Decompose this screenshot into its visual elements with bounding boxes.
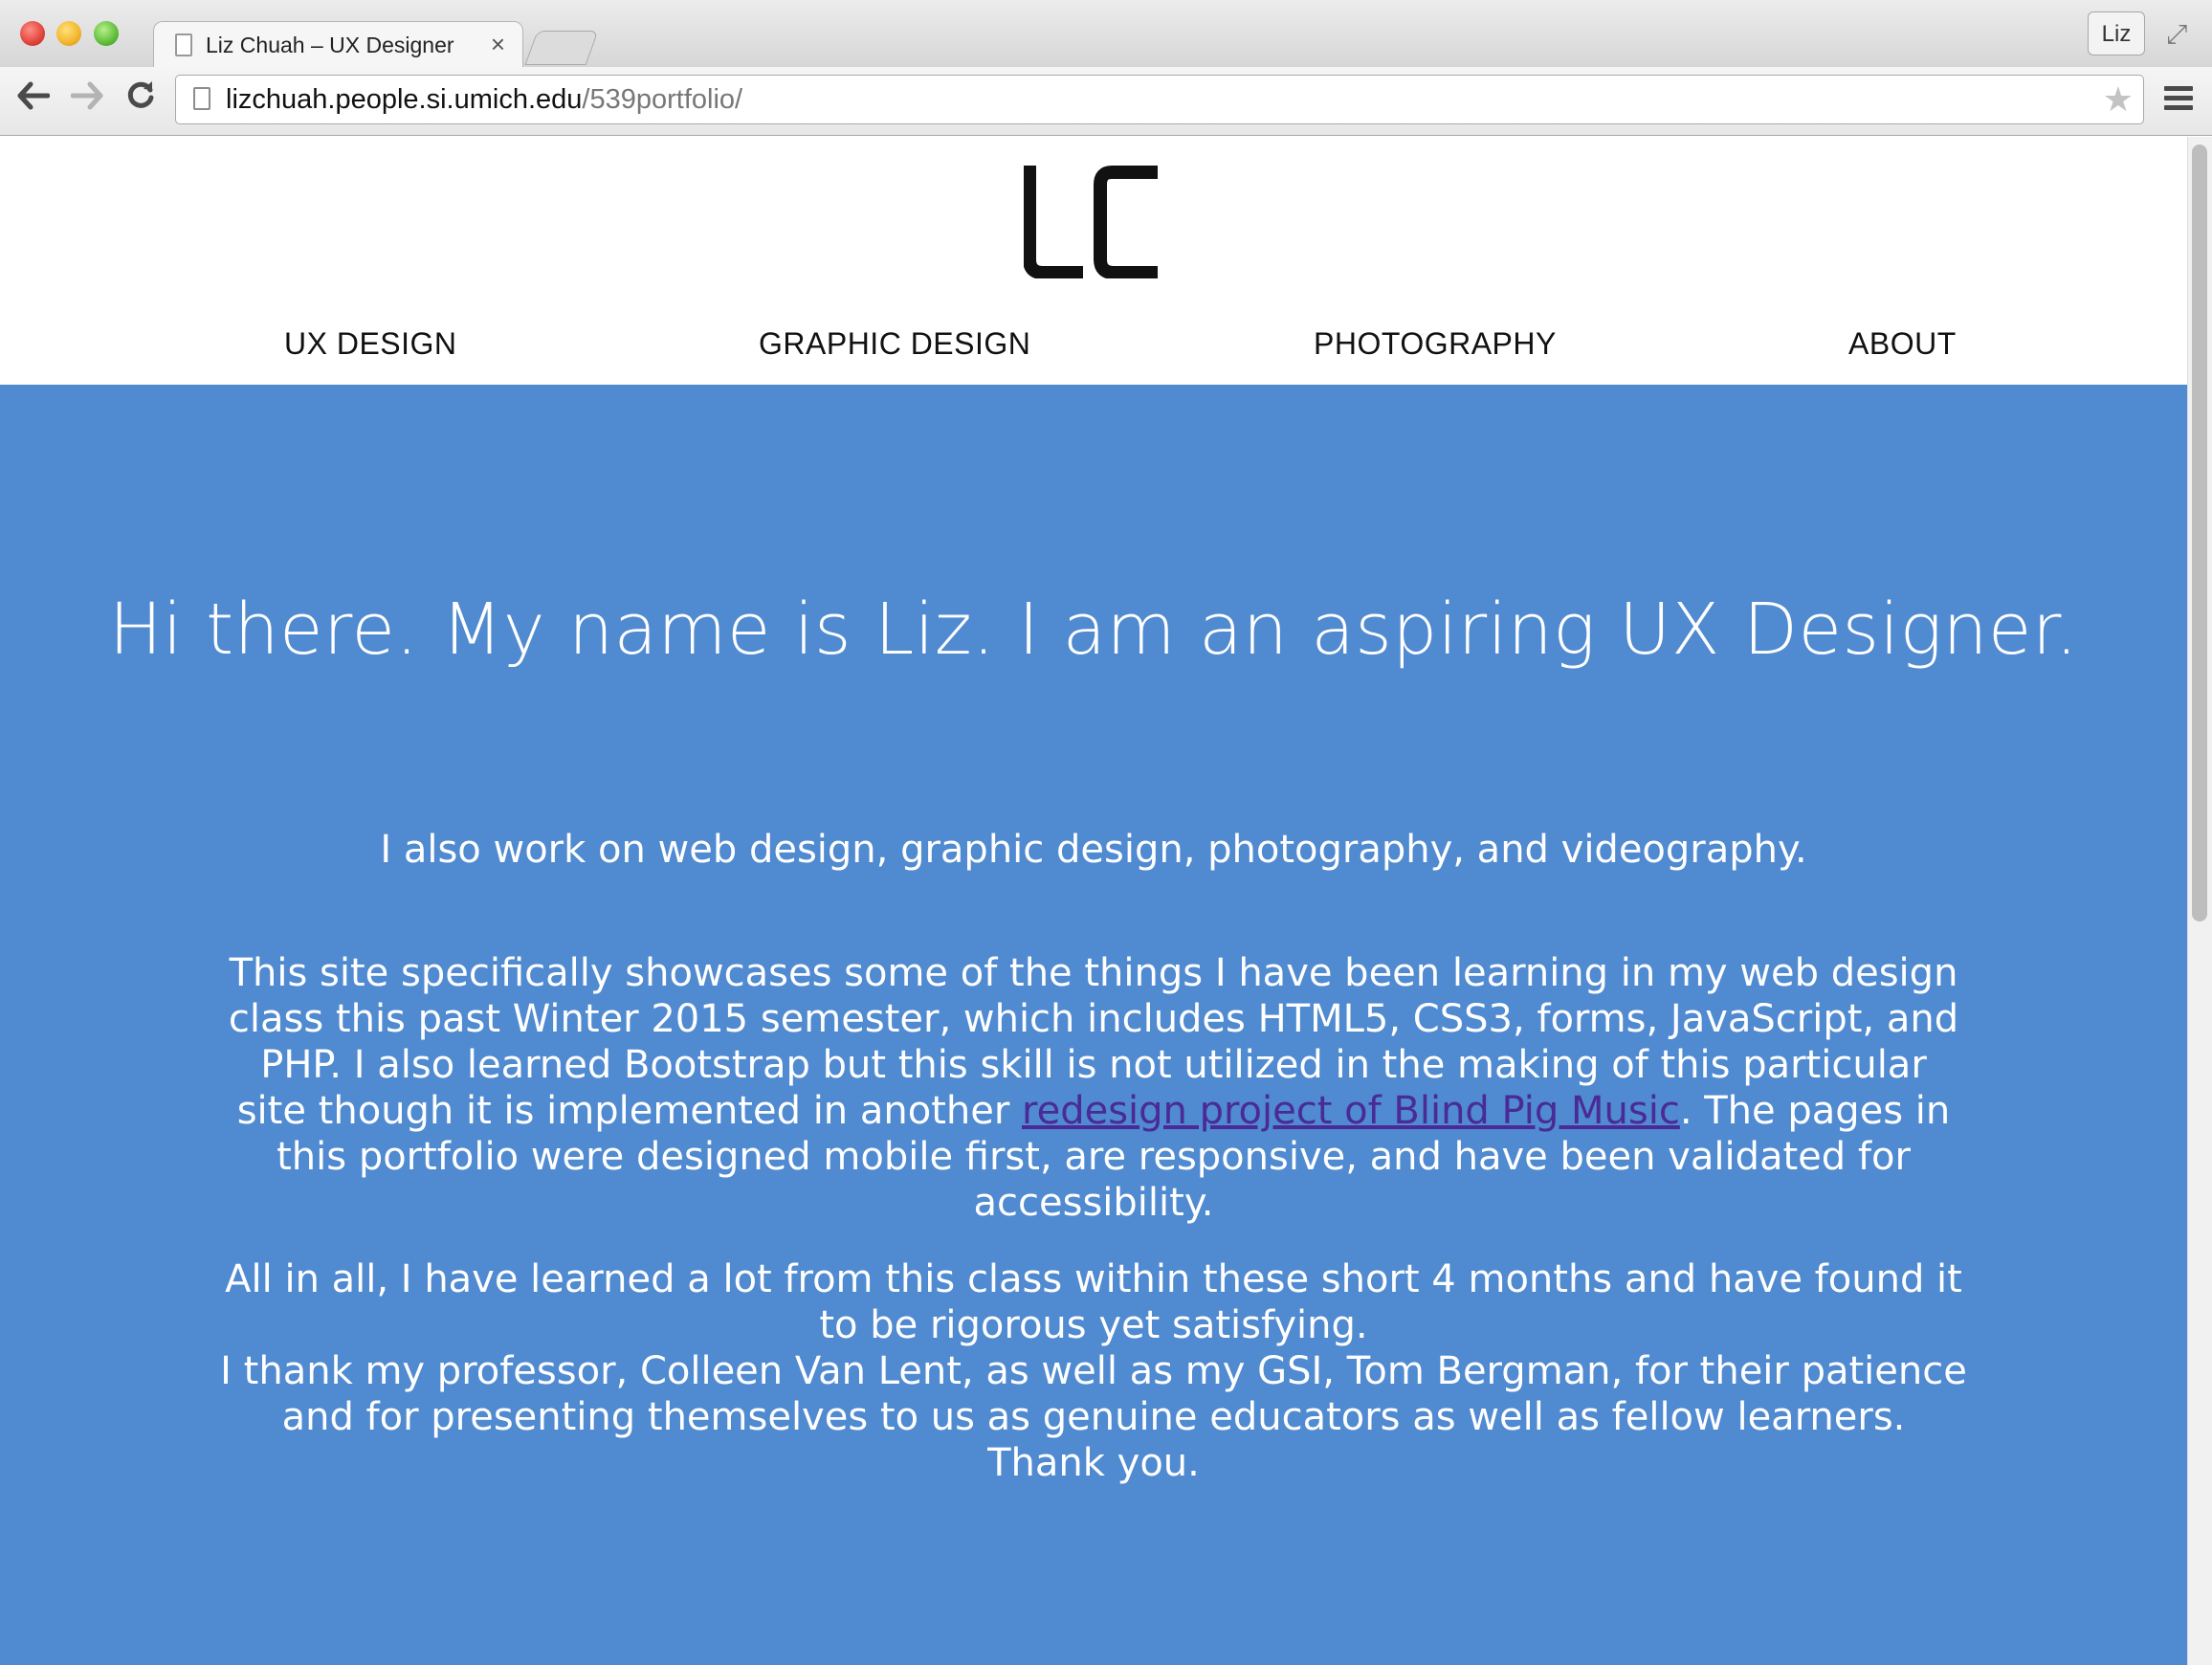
blind-pig-music-link[interactable]: redesign project of Blind Pig Music	[1022, 1089, 1680, 1133]
tab-close-button[interactable]: ×	[491, 30, 505, 59]
browser-titlebar: Liz Chuah – UX Designer × Liz ⤢	[0, 0, 2212, 72]
main-nav: UX DESIGN GRAPHIC DESIGN PHOTOGRAPHY ABO…	[0, 326, 2187, 374]
url-host: lizchuah.people.si.umich.edu	[226, 84, 583, 115]
close-window-button[interactable]	[20, 21, 45, 46]
tab-title: Liz Chuah – UX Designer	[206, 33, 454, 57]
intro-paragraph-3: All in all, I have learned a lot from th…	[0, 1256, 2187, 1486]
page-viewport: UX DESIGN GRAPHIC DESIGN PHOTOGRAPHY ABO…	[0, 137, 2212, 1665]
page-icon	[175, 33, 192, 56]
profile-button[interactable]: Liz	[2088, 11, 2145, 56]
url-text[interactable]: lizchuah.people.si.umich.edu/539portfoli…	[226, 84, 742, 116]
nav-about[interactable]: ABOUT	[1848, 326, 1957, 362]
nav-ux-design[interactable]: UX DESIGN	[284, 326, 457, 362]
nav-photography[interactable]: PHOTOGRAPHY	[1314, 326, 1557, 362]
star-icon[interactable]: ★	[2103, 79, 2134, 120]
forward-arrow-icon[interactable]	[65, 77, 109, 121]
minimize-window-button[interactable]	[56, 21, 81, 46]
zoom-window-button[interactable]	[94, 21, 119, 46]
fullscreen-icon[interactable]: ⤢	[2166, 19, 2187, 51]
paragraph-3-line-2: I thank my professor, Colleen Van Lent, …	[220, 1349, 1967, 1439]
browser-toolbar: lizchuah.people.si.umich.edu/539portfoli…	[0, 67, 2212, 136]
address-bar[interactable]: lizchuah.people.si.umich.edu/539portfoli…	[175, 75, 2144, 124]
intro-paragraph-1: I also work on web design, graphic desig…	[380, 828, 1807, 872]
reload-icon[interactable]	[119, 77, 163, 121]
paragraph-3-line-3: Thank you.	[987, 1441, 1200, 1485]
vertical-scrollbar[interactable]	[2187, 137, 2212, 1665]
nav-graphic-design[interactable]: GRAPHIC DESIGN	[759, 326, 1030, 362]
new-tab-button[interactable]	[524, 31, 599, 65]
page-icon	[193, 87, 210, 110]
browser-tab[interactable]: Liz Chuah – UX Designer ×	[153, 21, 523, 72]
paragraph-3-line-1: All in all, I have learned a lot from th…	[225, 1257, 1962, 1347]
intro-paragraph-2: This site specifically showcases some of…	[0, 950, 2187, 1226]
site-logo[interactable]	[1023, 166, 1158, 279]
back-arrow-icon[interactable]	[11, 77, 55, 121]
menu-icon[interactable]	[2164, 86, 2193, 115]
intro-headline: Hi there. My name is Liz. I am an aspiri…	[108, 588, 2079, 671]
site-header: UX DESIGN GRAPHIC DESIGN PHOTOGRAPHY ABO…	[0, 137, 2187, 385]
scrollbar-thumb[interactable]	[2192, 144, 2207, 921]
url-path: /539portfolio/	[582, 84, 743, 115]
